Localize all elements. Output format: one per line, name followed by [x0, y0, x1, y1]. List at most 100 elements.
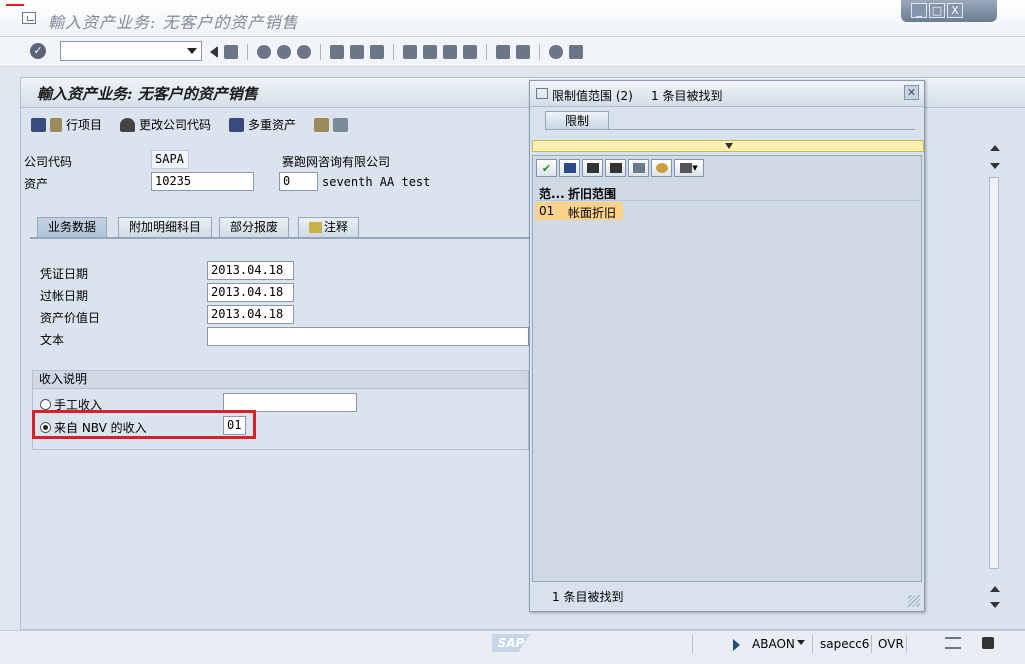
asset-value-date-field[interactable]: 2013.04.18 [207, 305, 294, 324]
hit-list: ✔ ▼ 范... 折旧范围 01 帐面折旧 [532, 155, 922, 582]
main-vertical-scrollbar[interactable] [987, 155, 1001, 610]
tab-partial-retirement[interactable]: 部分报废 [219, 217, 290, 237]
binoculars-icon[interactable] [582, 159, 603, 177]
sap-logo: SAP [492, 634, 530, 652]
sort-icon[interactable] [628, 159, 649, 177]
help-icon[interactable] [651, 159, 672, 177]
extra-tool-button[interactable] [314, 117, 349, 132]
shortcut-icon[interactable] [516, 45, 530, 59]
last-page-icon[interactable] [463, 45, 477, 59]
dialog-title: 限制值范围 (2) [552, 89, 633, 103]
toolbar-separator [486, 44, 487, 60]
tab-notes[interactable]: 注释 [298, 217, 360, 237]
toolbar-separator [393, 44, 394, 60]
application-toolbar: 行项目 更改公司代码 多重资产 [31, 116, 349, 133]
document-date-field[interactable]: 2013.04.18 [207, 261, 294, 280]
dialog-status-text: 1 条目被找到 [552, 590, 624, 604]
restrict-value-range-dialog: 限制值范围 (2) 1 条目被找到 ✕ 限制 ✔ ▼ 范... 折旧范围 01 … [529, 80, 925, 612]
status-separator [871, 635, 872, 653]
headset-icon [120, 117, 136, 132]
asset-number-field[interactable]: 10235 [151, 172, 254, 191]
back-triangle-icon[interactable] [210, 46, 218, 58]
exit-icon[interactable] [277, 45, 291, 59]
company-code-field: SAPA [151, 150, 189, 169]
layout-menu-icon[interactable] [569, 45, 583, 59]
expand-down-icon[interactable] [725, 143, 733, 149]
play-triangle-icon[interactable] [733, 639, 740, 651]
connection-icon[interactable] [945, 637, 961, 649]
asset-value-date-label: 资产价值日 [40, 311, 101, 325]
scroll-up-button-bottom[interactable] [990, 586, 1000, 592]
enter-check-icon[interactable]: ✓ [30, 43, 46, 59]
find-next-icon[interactable] [370, 45, 384, 59]
chevron-down-icon[interactable] [187, 48, 197, 54]
find-next-icon[interactable] [605, 159, 626, 177]
cancel-x-icon[interactable] [559, 159, 580, 177]
dialog-titlebar: 限制值范围 (2) 1 条目被找到 ✕ [530, 81, 924, 107]
find-icon[interactable] [350, 45, 364, 59]
status-system: sapecc6 [820, 637, 870, 651]
user-dropdown-icon[interactable] [797, 640, 805, 645]
multiple-assets-button[interactable]: 多重资产 [229, 116, 296, 133]
toolbar-icons [210, 44, 583, 60]
line-items-button[interactable]: 行项目 [31, 116, 102, 133]
previous-page-icon[interactable] [423, 45, 437, 59]
toolbar-separator [320, 44, 321, 60]
tab-additional-details[interactable]: 附加明细科目 [118, 217, 213, 237]
note-pen-icon [309, 222, 322, 233]
window-menu-icon[interactable] [22, 12, 36, 24]
close-button[interactable]: X [947, 3, 963, 18]
posting-date-field[interactable]: 2013.04.18 [207, 283, 294, 302]
column-header-depreciation-area[interactable]: 折旧范围 [568, 185, 616, 202]
line-items-icon [31, 117, 46, 132]
print-icon[interactable] [330, 45, 344, 59]
multiple-assets-icon [229, 117, 245, 132]
red-mark [6, 4, 24, 6]
status-separator [692, 635, 693, 653]
new-session-icon[interactable] [496, 45, 510, 59]
notepad-icon [314, 117, 330, 132]
document-icon [333, 117, 349, 132]
minimize-button[interactable]: _ [911, 3, 927, 18]
radio-unselected-icon [40, 399, 51, 410]
maximize-button[interactable]: □ [929, 3, 945, 18]
tab-restrictions[interactable]: 限制 [545, 111, 609, 130]
posting-date-label: 过帐日期 [40, 289, 89, 303]
status-mode[interactable]: OVR [878, 637, 904, 651]
tab-notes-label: 注释 [324, 220, 349, 234]
dialog-menu-icon[interactable] [536, 88, 548, 99]
restrictions-toggle-bar[interactable] [532, 140, 924, 152]
cancel-icon[interactable] [297, 45, 311, 59]
status-user: ABAON [752, 637, 795, 651]
text-field[interactable] [207, 327, 529, 346]
hit-list-header: 范... 折旧范围 [535, 184, 921, 201]
glasses-icon [50, 117, 62, 132]
asset-subnumber-field[interactable]: 0 [279, 172, 318, 191]
dialog-entry-count: 1 条目被找到 [651, 89, 723, 103]
tab-underline [545, 129, 915, 130]
lock-icon[interactable] [982, 637, 994, 649]
resize-grip-icon[interactable] [908, 595, 920, 607]
annotation-highlight-box [32, 410, 256, 439]
scrollbar-thumb[interactable] [989, 177, 999, 569]
next-page-icon[interactable] [443, 45, 457, 59]
tab-business-data[interactable]: 业务数据 [37, 217, 108, 237]
scroll-up-button[interactable] [990, 145, 1000, 151]
list-item[interactable]: 01 帐面折旧 [535, 202, 623, 220]
column-header-area[interactable]: 范... [539, 185, 565, 202]
back-icon[interactable] [257, 45, 271, 59]
window-title: 輸入资产业务: 无客户的资产销售 [48, 13, 299, 32]
print-icon[interactable]: ▼ [674, 159, 704, 177]
screen-title: 輸入资产业务: 无客户的资产销售 [37, 85, 258, 103]
confirm-check-icon[interactable]: ✔ [536, 159, 557, 177]
save-icon[interactable] [224, 45, 238, 59]
help-icon[interactable] [549, 45, 563, 59]
scroll-down-button[interactable] [990, 602, 1000, 608]
first-page-icon[interactable] [403, 45, 417, 59]
status-bar: SAP ABAON sapecc6 OVR [0, 630, 1025, 664]
status-separator [906, 635, 907, 653]
change-company-code-button[interactable]: 更改公司代码 [120, 116, 211, 133]
close-icon[interactable]: ✕ [904, 85, 919, 100]
command-field[interactable] [60, 41, 202, 61]
document-date-label: 凭证日期 [40, 267, 89, 281]
